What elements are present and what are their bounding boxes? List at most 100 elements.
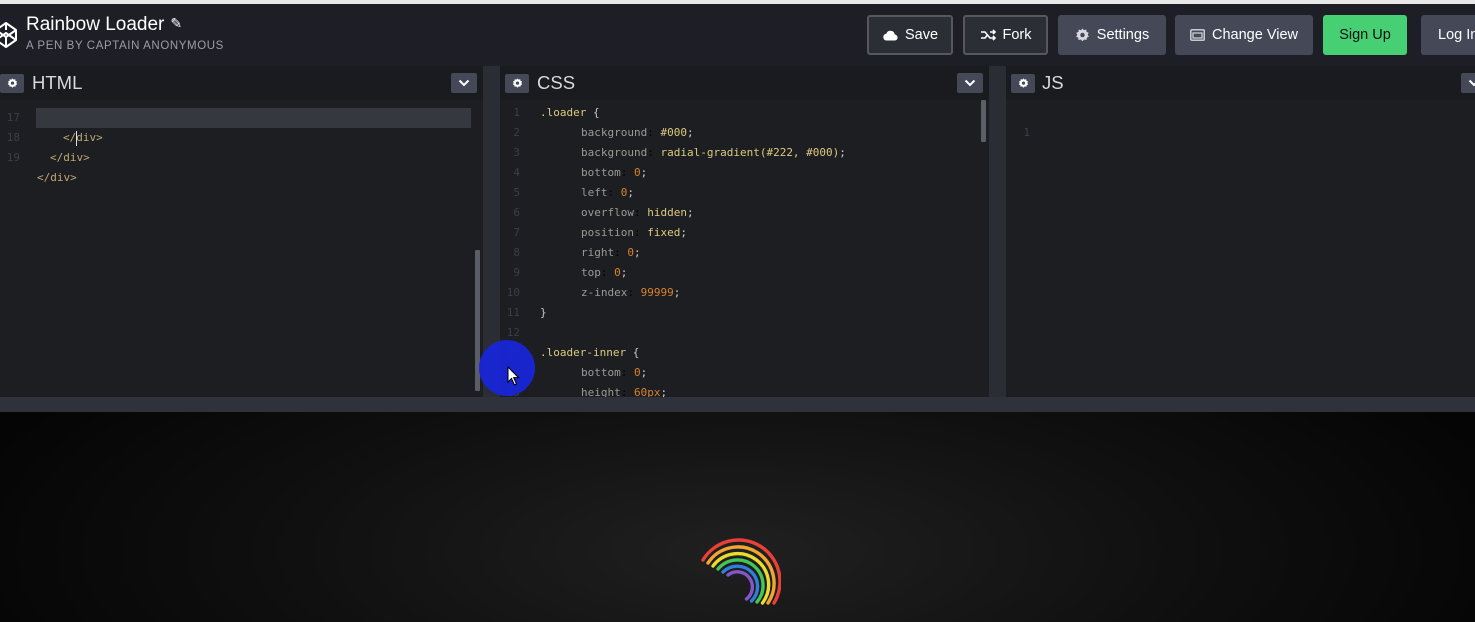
js-code-editor[interactable]: 1 [1006, 100, 1475, 397]
code-text: left: 0; [581, 186, 634, 199]
css-property: top [581, 266, 601, 279]
settings-button[interactable]: Settings [1058, 15, 1166, 55]
html-code-editor[interactable]: 17 </div> 18 </div> 19 </div> [0, 100, 483, 397]
js-pane-title: JS [1042, 72, 1064, 93]
code-text: overflow: hidden; [581, 206, 694, 219]
code-line: 12 [500, 323, 989, 343]
gear-icon [1018, 78, 1028, 88]
code-line: 1 [1006, 103, 1475, 139]
code-text: background: #000; [581, 126, 694, 139]
pen-author: A PEN BY CAPTAIN ANONYMOUS [26, 40, 224, 52]
css-property: overflow [581, 206, 634, 219]
css-number: 60px [634, 386, 661, 397]
line-number: 10 [506, 286, 520, 299]
pen-title-row: Rainbow Loader ✎ [26, 14, 182, 36]
css-pane-menu-button[interactable] [957, 73, 983, 93]
css-selector: .loader [540, 106, 587, 119]
code-text: .loader { [540, 103, 600, 123]
change-view-icon [1190, 29, 1205, 41]
css-brace: { [632, 346, 640, 359]
signup-button[interactable]: Sign Up [1323, 15, 1407, 55]
css-pane-title: CSS [537, 72, 576, 93]
code-line: 15height: 60px; [500, 383, 989, 397]
css-settings-button[interactable] [505, 74, 529, 93]
line-number: 6 [513, 206, 520, 219]
code-text: } [540, 303, 547, 323]
code-line: 5 left: 0; [500, 183, 989, 203]
css-semicolon: ; [620, 266, 628, 279]
pen-title[interactable]: Rainbow Loader [26, 14, 164, 35]
line-number: 7 [513, 226, 520, 239]
html-editor-pane: HTML 17 </div> 18 </div> 19 </div> [0, 66, 483, 397]
pencil-icon[interactable]: ✎ [170, 15, 182, 32]
css-semicolon: ; [660, 386, 668, 397]
css-value: radial-gradient(#222, #000) [660, 146, 840, 159]
css-property: background [581, 146, 648, 159]
code-line: 11} [500, 303, 989, 323]
css-editor-pane: CSS 1 .loader {2 background: #000; 3 backgro… [500, 66, 989, 397]
css-number: 99999 [640, 286, 674, 299]
css-number: 0 [634, 366, 641, 379]
save-button[interactable]: Save [867, 15, 953, 55]
code-line: 14bottom: 0; [500, 363, 989, 383]
css-property: height [581, 386, 621, 397]
line-number: 8 [513, 246, 520, 259]
code-text: </div> [50, 151, 90, 164]
code-text: bottom: 0; [581, 366, 648, 379]
js-settings-button[interactable] [1011, 74, 1035, 93]
code-text: bottom: 0; [581, 166, 648, 179]
code-text: position: fixed; [581, 226, 687, 239]
css-number: 0 [614, 266, 621, 279]
code-line: 1 .loader { [500, 103, 989, 123]
css-value: hidden [647, 206, 687, 219]
chevron-down-icon [1468, 79, 1475, 87]
code-text: top: 0; [581, 266, 628, 279]
editor-preview-resize-bar[interactable] [0, 397, 1475, 412]
cloud-icon [883, 30, 898, 41]
code-text: z-index: 99999; [581, 286, 681, 299]
change-view-label: Change View [1212, 27, 1298, 43]
code-text: </div> [37, 171, 77, 184]
code-text: .loader-inner { [540, 343, 639, 363]
code-line: 4 bottom: 0; [500, 163, 989, 183]
css-code-editor[interactable]: 1 .loader {2 background: #000; 3 background:… [500, 100, 989, 397]
css-js-resize-handle[interactable] [989, 66, 1006, 397]
chevron-down-icon [458, 79, 470, 87]
css-semicolon: ; [634, 246, 641, 259]
login-button[interactable]: Log In [1421, 15, 1475, 55]
js-pane-menu-button[interactable] [1461, 73, 1475, 93]
code-line: 2 background: #000; [500, 123, 989, 143]
css-semicolon: ; [680, 226, 687, 239]
code-text: background: radial-gradient(#222, #000); [581, 146, 846, 159]
css-selector: .loader-inner [540, 346, 627, 359]
fork-button[interactable]: Fork [963, 15, 1048, 55]
header-bar: Rainbow Loader ✎ A PEN BY CAPTAIN ANONYMO… [0, 4, 1475, 66]
gear-icon [1075, 27, 1089, 41]
line-number: 2 [513, 126, 520, 139]
editor-area: HTML 17 </div> 18 </div> 19 </div> CSS 1… [0, 66, 1475, 397]
css-property: bottom [581, 366, 621, 379]
text-cursor [76, 131, 77, 146]
css-semicolon: ; [839, 146, 846, 159]
line-number: 19 [6, 151, 20, 164]
css-number: 0 [627, 246, 634, 259]
css-semicolon: ; [627, 186, 634, 199]
line-number: 4 [513, 166, 520, 179]
code-line: 3 background: radial-gradient(#222, #000)… [500, 143, 989, 163]
css-property: z-index [581, 286, 628, 299]
codepen-logo-icon[interactable] [0, 20, 18, 50]
css-semicolon: ; [686, 206, 694, 219]
css-value: #000 [660, 126, 687, 139]
code-line: 9 top: 0; [500, 263, 989, 283]
login-label: Log In [1438, 27, 1475, 43]
css-semicolon: ; [640, 166, 648, 179]
gear-icon [512, 78, 522, 88]
line-number: 5 [513, 186, 520, 199]
css-semicolon: ; [673, 286, 681, 299]
css-value: fixed [647, 226, 681, 239]
line-number: 11 [506, 306, 520, 319]
line-number: 1 [513, 106, 520, 119]
line-number: 1 [1023, 126, 1030, 139]
change-view-button[interactable]: Change View [1175, 15, 1313, 55]
css-semicolon: ; [686, 126, 694, 139]
